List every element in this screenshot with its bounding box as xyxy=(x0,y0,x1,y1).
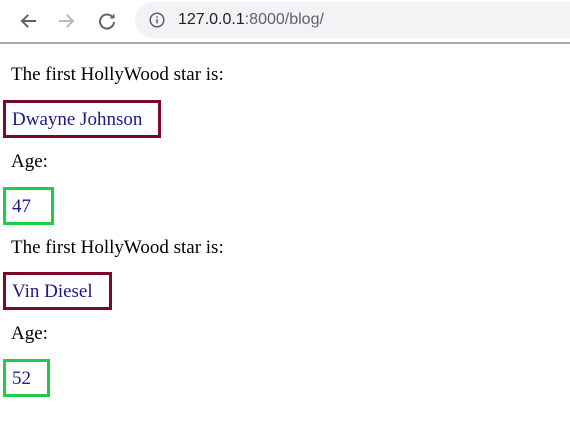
url-path: :8000/blog/ xyxy=(244,11,324,28)
reload-icon xyxy=(99,13,115,30)
info-icon[interactable] xyxy=(149,12,165,28)
star-heading: The first HollyWood star is: xyxy=(11,64,224,85)
star-age-box: 52 xyxy=(3,359,50,397)
star-heading: The first HollyWood star is: xyxy=(11,237,224,258)
age-label: Age: xyxy=(11,151,48,172)
address-bar[interactable]: 127.0.0.1:8000/blog/ xyxy=(135,2,570,38)
star-name-box: Dwayne Johnson xyxy=(3,100,161,138)
forward-arrow-icon xyxy=(59,14,75,28)
forward-button[interactable] xyxy=(51,5,83,37)
browser-toolbar: 127.0.0.1:8000/blog/ xyxy=(0,0,570,44)
back-arrow-icon xyxy=(20,14,36,28)
reload-button[interactable] xyxy=(91,5,123,37)
star-name-box: Vin Diesel xyxy=(3,272,112,310)
url-text[interactable]: 127.0.0.1:8000/blog/ xyxy=(178,10,324,30)
back-button[interactable] xyxy=(12,5,44,37)
url-host: 127.0.0.1 xyxy=(178,11,245,28)
age-label: Age: xyxy=(11,323,48,344)
star-age-box: 47 xyxy=(3,187,54,225)
